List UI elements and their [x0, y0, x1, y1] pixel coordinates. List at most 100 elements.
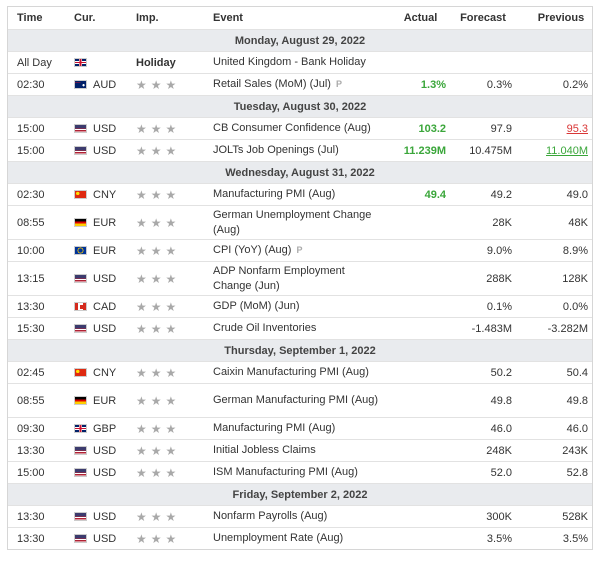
event-actual: 11.239M	[403, 144, 446, 157]
importance-stars: ★ ★ ★	[136, 510, 213, 524]
star-icon: ★	[150, 271, 162, 286]
star-icon: ★	[165, 187, 177, 202]
uk-flag-icon	[74, 58, 87, 67]
star-icon: ★	[165, 321, 177, 336]
event-title[interactable]: ISM Manufacturing PMI (Aug)	[213, 465, 383, 480]
event-currency: USD	[74, 145, 136, 157]
header-event[interactable]: Event	[213, 11, 383, 26]
us-flag-icon	[74, 274, 87, 283]
event-row[interactable]: 13:30 USD ★ ★ ★ Unemployment Rate (Aug) 3.…	[8, 527, 592, 549]
event-currency	[74, 58, 136, 67]
event-time: 15:00	[17, 144, 45, 157]
star-icon: ★	[136, 143, 147, 158]
header-forecast[interactable]: Forecast	[450, 12, 516, 24]
star-icon: ★	[150, 509, 162, 524]
event-row[interactable]: 13:15 USD ★ ★ ★ ADP Nonfarm Employment Cha…	[8, 261, 592, 295]
event-title[interactable]: GDP (MoM) (Jun)	[213, 299, 383, 314]
event-time: 13:30	[17, 532, 45, 545]
event-row[interactable]: 13:30 USD ★ ★ ★ Initial Jobless Claims 248…	[8, 439, 592, 461]
event-forecast: 0.3%	[486, 78, 512, 91]
event-forecast: 9.0%	[486, 244, 512, 257]
event-title[interactable]: Retail Sales (MoM) (Jul) P	[213, 77, 383, 92]
event-time: 13:30	[17, 510, 45, 523]
event-row[interactable]: 02:30 AUD ★ ★ ★ Retail Sales (MoM) (Jul) P …	[8, 73, 592, 95]
event-title[interactable]: Nonfarm Payrolls (Aug)	[213, 509, 383, 524]
star-icon: ★	[150, 443, 162, 458]
event-time: 15:30	[17, 322, 45, 335]
germany-flag-icon	[74, 218, 87, 227]
star-icon: ★	[165, 77, 177, 92]
header-currency[interactable]: Cur.	[74, 12, 136, 24]
star-icon: ★	[165, 121, 177, 136]
importance-stars: ★ ★ ★	[136, 78, 213, 92]
event-title[interactable]: CPI (YoY) (Aug) P	[213, 243, 383, 258]
event-row[interactable]: 02:45 CNY ★ ★ ★ Caixin Manufacturing PMI (…	[8, 361, 592, 383]
star-icon: ★	[165, 509, 177, 524]
event-title[interactable]: JOLTs Job Openings (Jul)	[213, 143, 383, 158]
event-row[interactable]: 15:00 USD ★ ★ ★ ISM Manufacturing PMI (Aug…	[8, 461, 592, 483]
importance-stars: ★ ★ ★	[136, 144, 213, 158]
event-previous: -3.282M	[547, 322, 588, 335]
header-time[interactable]: Time	[8, 12, 74, 24]
event-title[interactable]: German Unemployment Change (Aug)	[213, 208, 383, 238]
event-row[interactable]: 15:00 USD ★ ★ ★ CB Consumer Confidence (Au…	[8, 117, 592, 139]
event-title[interactable]: Caixin Manufacturing PMI (Aug)	[213, 365, 383, 380]
event-title[interactable]: German Manufacturing PMI (Aug)	[213, 393, 383, 408]
star-icon: ★	[165, 531, 177, 546]
canada-flag-icon	[74, 302, 87, 311]
event-row[interactable]: 10:00 EUR ★ ★ ★ CPI (YoY) (Aug) P 9.0% 8.9%	[8, 239, 592, 261]
star-icon: ★	[136, 243, 147, 258]
event-currency: EUR	[74, 217, 136, 229]
importance-stars: ★ ★ ★	[136, 300, 213, 314]
event-title[interactable]: Manufacturing PMI (Aug)	[213, 187, 383, 202]
event-previous: 128K	[562, 272, 588, 285]
us-flag-icon	[74, 534, 87, 543]
event-time: 02:30	[17, 78, 45, 91]
event-row[interactable]: 15:00 USD ★ ★ ★ JOLTs Job Openings (Jul) 1…	[8, 139, 592, 161]
event-currency: CNY	[74, 367, 136, 379]
event-time: 08:55	[17, 216, 45, 229]
header-actual[interactable]: Actual	[383, 12, 450, 24]
event-title[interactable]: CB Consumer Confidence (Aug)	[213, 121, 383, 136]
event-currency: USD	[74, 323, 136, 335]
event-row[interactable]: 13:30 USD ★ ★ ★ Nonfarm Payrolls (Aug) 300…	[8, 505, 592, 527]
star-icon: ★	[165, 443, 177, 458]
event-currency: USD	[74, 445, 136, 457]
event-forecast: 49.8	[490, 394, 512, 407]
event-row[interactable]: 09:30 GBP ★ ★ ★ Manufacturing PMI (Aug) 46…	[8, 417, 592, 439]
star-icon: ★	[165, 215, 177, 230]
event-currency: CNY	[74, 189, 136, 201]
event-previous: 46.0	[566, 422, 588, 435]
event-row[interactable]: 08:55 EUR ★ ★ ★ German Manufacturing PMI (…	[8, 383, 592, 417]
event-forecast: 50.2	[490, 366, 512, 379]
importance-stars: ★ ★ ★	[136, 122, 213, 136]
event-title[interactable]: Initial Jobless Claims	[213, 443, 383, 458]
event-currency: GBP	[74, 423, 136, 435]
event-title[interactable]: ADP Nonfarm Employment Change (Jun)	[213, 264, 383, 294]
event-time: 13:15	[17, 272, 45, 285]
header-previous[interactable]: Previous	[516, 12, 592, 24]
event-title[interactable]: Unemployment Rate (Aug)	[213, 531, 383, 546]
importance-stars: ★ ★ ★	[136, 188, 213, 202]
importance-stars: ★ ★ ★	[136, 532, 213, 546]
header-importance[interactable]: Imp.	[136, 12, 213, 24]
event-title[interactable]: United Kingdom - Bank Holiday	[213, 55, 383, 70]
event-row[interactable]: 08:55 EUR ★ ★ ★ German Unemployment Change…	[8, 205, 592, 239]
day-header: Friday, September 2, 2022	[8, 483, 592, 505]
star-icon: ★	[136, 215, 147, 230]
star-icon: ★	[165, 299, 177, 314]
star-icon: ★	[136, 509, 147, 524]
eu-flag-icon	[74, 246, 87, 255]
event-previous: 8.9%	[562, 244, 588, 257]
event-title[interactable]: Crude Oil Inventories	[213, 321, 383, 336]
event-row[interactable]: All Day Holiday United Kingdom - Bank Ho…	[8, 51, 592, 73]
event-row[interactable]: 15:30 USD ★ ★ ★ Crude Oil Inventories -1.4…	[8, 317, 592, 339]
importance-stars: ★ ★ ★	[136, 466, 213, 480]
event-forecast: 248K	[486, 444, 512, 457]
star-icon: ★	[136, 121, 147, 136]
event-row[interactable]: 13:30 CAD ★ ★ ★ GDP (MoM) (Jun) 0.1% 0.0%	[8, 295, 592, 317]
event-row[interactable]: 02:30 CNY ★ ★ ★ Manufacturing PMI (Aug) 49…	[8, 183, 592, 205]
event-title[interactable]: Manufacturing PMI (Aug)	[213, 421, 383, 436]
star-icon: ★	[150, 531, 162, 546]
star-icon: ★	[150, 243, 162, 258]
